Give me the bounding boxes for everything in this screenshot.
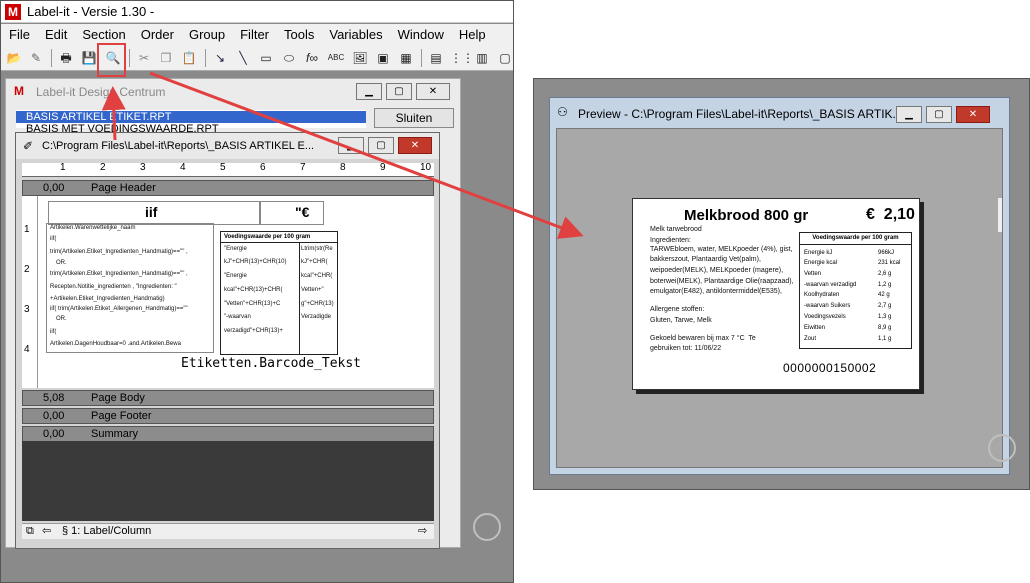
- arrow-to-preview-window: [149, 71, 584, 239]
- annotation-arrows: [101, 71, 584, 239]
- arrow-to-preview-button: [101, 86, 126, 141]
